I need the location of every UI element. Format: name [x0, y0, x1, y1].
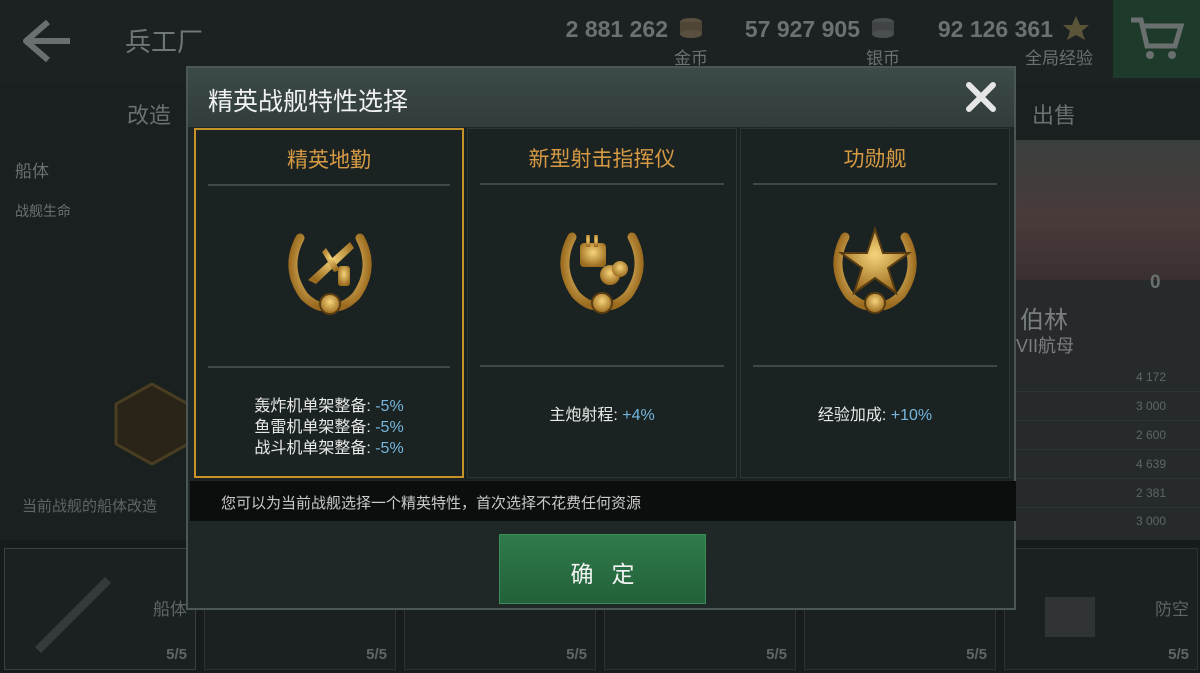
trait-card-fire-director[interactable]: 新型射击指挥仪 主炮射程: +4% [467, 128, 737, 478]
trait-cards: 精英地勤 轰炸机单架整备: -5% 鱼雷机单架整备: -5% 战斗机单架整备: … [194, 128, 1010, 480]
gold-coins-icon [680, 18, 702, 38]
silver-value: 57 927 905 [744, 16, 860, 42]
trait-title: 新型射击指挥仪 [528, 148, 676, 171]
experience-label: 全局经验 [1025, 49, 1093, 68]
slot-count: 5/5 [366, 646, 387, 663]
ship-name: 伯林 [1020, 307, 1068, 334]
trait-title: 功勋舰 [843, 148, 907, 171]
star-icon [1063, 16, 1089, 40]
slot-count: 5/5 [1168, 646, 1189, 663]
dialog-header: 精英战舰特性选择 [188, 68, 1014, 127]
stat-number: 2 381 [1136, 486, 1167, 500]
upgrade-slot[interactable]: 船体 5/5 [4, 548, 196, 670]
left-panel-subtitle: 战舰生命 [15, 203, 71, 219]
info-text: 您可以为当前战舰选择一个精英特性，首次选择不花费任何资源 [221, 495, 642, 512]
anti-air-icon [1045, 597, 1095, 637]
trait-card-merit-ship[interactable]: 功勋舰 经验加成: +10% [740, 128, 1010, 478]
elite-trait-dialog: 精英战舰特性选择 精英地勤 轰炸机单架整备: -5% 鱼雷机单架整备: -5% … [186, 66, 1016, 610]
aircraft-laurel-emblem-icon [288, 233, 372, 315]
stat-number: 4 172 [1136, 370, 1167, 384]
divider [753, 365, 997, 367]
tab-upgrade[interactable]: 改造 [127, 98, 171, 130]
experience-value: 92 126 361 [937, 16, 1053, 42]
max-badge-icon [114, 382, 190, 466]
stat-value: -5% [375, 419, 404, 436]
experience-resource: 92 126 361 全局经验 [925, 12, 1103, 72]
gun-turret-laurel-emblem-icon [560, 232, 644, 314]
shop-button[interactable] [1113, 0, 1200, 78]
trait-card-elite-ground-crew[interactable]: 精英地勤 轰炸机单架整备: -5% 鱼雷机单架整备: -5% 战斗机单架整备: … [194, 128, 464, 478]
divider [753, 183, 997, 185]
divider [208, 184, 450, 186]
close-icon[interactable] [964, 80, 998, 114]
slot-count: 5/5 [766, 646, 787, 663]
tab-sell[interactable]: 出售 [1032, 98, 1076, 130]
stat-row: 经验加成: +10% [741, 405, 1009, 426]
stat-number: 3 000 [1136, 399, 1167, 413]
gold-resource: 2 881 262 金币 [540, 12, 718, 72]
stat-row: 轰炸机单架整备: -5% [196, 396, 462, 417]
divider [1016, 449, 1200, 450]
info-bar: 您可以为当前战舰选择一个精英特性，首次选择不花费任何资源 [190, 481, 1016, 521]
left-panel-note: 当前战舰的船体改造 [22, 498, 158, 515]
divider [1016, 420, 1200, 421]
silver-resource: 57 927 905 银币 [725, 12, 910, 72]
divider [1016, 507, 1200, 508]
ship-preview-image [1016, 140, 1200, 280]
stat-label: 战斗机单架整备: [254, 440, 376, 457]
ship-hull-icon [35, 577, 111, 653]
shopping-cart-icon [1131, 17, 1185, 59]
silver-coins-icon [872, 18, 894, 38]
upgrade-slot[interactable]: 防空 5/5 [1004, 548, 1198, 670]
slot-count: 5/5 [966, 646, 987, 663]
star-laurel-emblem-icon [833, 225, 917, 314]
confirm-label: 确定 [570, 561, 653, 587]
trait-stats: 轰炸机单架整备: -5% 鱼雷机单架整备: -5% 战斗机单架整备: -5% [196, 396, 462, 459]
stat-number: 3 000 [1136, 514, 1167, 528]
left-panel-title: 船体 [15, 162, 49, 181]
stat-label: 轰炸机单架整备: [254, 398, 376, 415]
slot-count: 5/5 [566, 646, 587, 663]
page-title: 兵工厂 [125, 27, 204, 57]
stat-value: -5% [375, 398, 404, 415]
stat-label: 主炮射程: [549, 407, 623, 424]
divider [1016, 478, 1200, 479]
trait-stats: 主炮射程: +4% [468, 405, 736, 426]
divider [480, 183, 724, 185]
stat-row: 战斗机单架整备: -5% [196, 438, 462, 459]
dialog-title: 精英战舰特性选择 [208, 88, 409, 116]
divider [208, 366, 450, 368]
right-panel-count: 0 [1150, 272, 1161, 293]
stat-label: 经验加成: [817, 407, 891, 424]
stat-value: +10% [890, 407, 933, 424]
slot-name: 防空 [1155, 600, 1189, 619]
divider [480, 365, 724, 367]
confirm-button[interactable]: 确定 [499, 534, 706, 604]
trait-stats: 经验加成: +10% [741, 405, 1009, 426]
stat-row: 鱼雷机单架整备: -5% [196, 417, 462, 438]
back-arrow-icon[interactable] [18, 14, 72, 68]
left-panel [0, 140, 186, 540]
stat-number: 4 639 [1136, 457, 1167, 471]
divider [1016, 391, 1200, 392]
trait-title: 精英地勤 [287, 149, 371, 172]
ship-type: VII航母 [1016, 336, 1075, 356]
stat-row: 主炮射程: +4% [468, 405, 736, 426]
stat-label: 鱼雷机单架整备: [254, 419, 376, 436]
gold-value: 2 881 262 [565, 16, 668, 42]
stat-value: -5% [375, 440, 404, 457]
slot-name: 船体 [153, 600, 187, 619]
stat-value: +4% [622, 407, 655, 424]
stat-number: 2 600 [1136, 428, 1167, 442]
slot-count: 5/5 [166, 646, 187, 663]
